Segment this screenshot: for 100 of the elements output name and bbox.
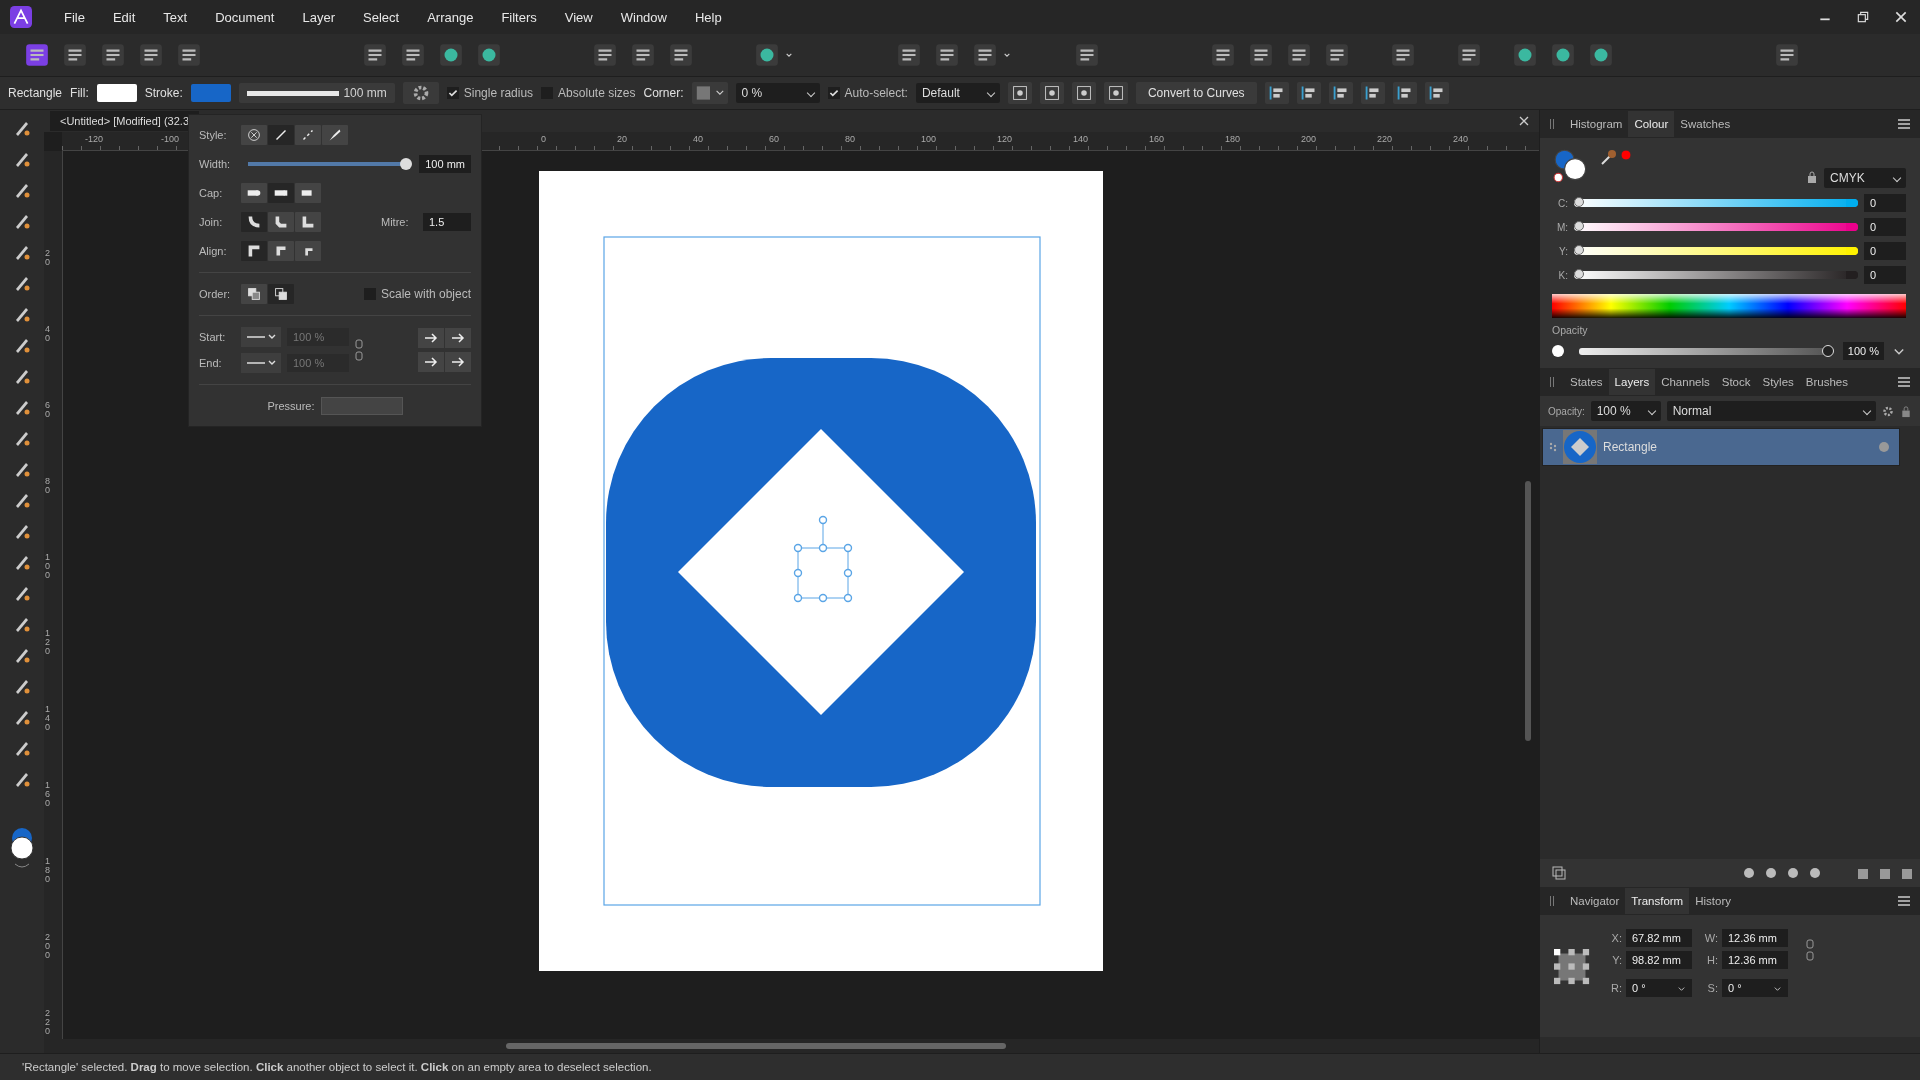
bevel-join-button[interactable] [268,212,294,232]
panel-tab[interactable]: Stock [1715,369,1757,395]
panel-tab[interactable]: States [1564,369,1609,395]
menu-icon[interactable] [1898,119,1910,129]
drag-handle-icon[interactable] [1549,442,1557,452]
auto-select-checkbox[interactable]: Auto-select: [827,86,908,100]
auto-select-dropdown[interactable]: Default [915,83,1000,103]
channel-slider[interactable] [1574,197,1858,209]
close-icon[interactable] [1519,116,1529,126]
square-cap-button[interactable] [268,183,294,203]
stroke-width-slider[interactable]: 100 mm [238,83,395,103]
transform-dropdown[interactable]: 0 ° [1722,979,1788,997]
outside-align-button[interactable] [295,241,321,261]
crosshair-icon[interactable] [1007,82,1032,104]
none-style-button[interactable] [241,125,267,145]
panel-tab[interactable]: Navigator [1564,888,1626,914]
panel-tab[interactable]: Colour [1628,111,1675,137]
colour-spectrum[interactable] [1552,294,1906,318]
close-icon[interactable] [1894,10,1908,24]
menu-item[interactable]: Text [163,9,188,25]
round-join-button[interactable] [241,212,267,232]
transform-field[interactable]: 98.82 mm [1626,951,1692,969]
layers-icon[interactable] [1552,866,1566,880]
menu-item[interactable]: Filters [501,9,537,25]
center-align-button[interactable] [241,241,267,261]
layer-opacity-dropdown[interactable]: 100 % [1590,401,1661,421]
checkbox[interactable]: Single radius [446,86,534,100]
inside-align-button[interactable] [268,241,294,261]
app-logo-icon[interactable] [24,42,50,68]
round-cap-button[interactable] [241,183,267,203]
transform-field[interactable]: 12.36 mm [1722,929,1788,947]
transform-field[interactable]: 67.82 mm [1626,929,1692,947]
transform-dropdown[interactable]: 0 ° [1626,979,1692,997]
menu-item[interactable]: Edit [112,9,136,25]
front-order-button[interactable] [268,284,294,304]
arrowhead-dropdown[interactable] [241,327,281,347]
mitre-field[interactable]: 1.5 [423,213,471,231]
menu-icon[interactable] [1898,896,1910,906]
ruler-label: 80 [845,134,855,144]
panel-tab[interactable]: Swatches [1674,111,1737,137]
panel-tab[interactable]: Histogram [1564,111,1629,137]
channel-value-field[interactable]: 0 [1864,194,1906,212]
menu-item[interactable]: Window [620,9,667,25]
arrow-option-icon[interactable] [445,352,471,372]
document-tab[interactable]: <Untitled> [Modified] (32.3 [50,111,200,131]
butt-cap-button[interactable] [295,183,321,203]
corner-dropdown[interactable]: 0 % [735,83,820,103]
fill-swatch[interactable] [96,84,137,102]
behind-order-button[interactable] [241,284,267,304]
link-icon[interactable] [1806,939,1814,961]
arrow-option-icon[interactable] [418,328,444,348]
link-icon[interactable] [355,339,363,361]
solid-style-button[interactable] [268,125,294,145]
opacity-field[interactable]: 100 % [1842,342,1884,360]
menu-item[interactable]: Document [215,9,275,25]
channel-slider[interactable] [1574,245,1858,257]
layer-row[interactable]: Rectangle [1542,428,1900,466]
panel-tab[interactable]: Channels [1655,369,1716,395]
app-logo-icon[interactable] [10,6,32,28]
checkbox[interactable]: Absolute sizes [541,86,636,100]
panel-tab[interactable]: Styles [1756,369,1800,395]
menu-item[interactable]: View [564,9,593,25]
menu-item[interactable]: File [64,9,85,25]
miter-join-button[interactable] [295,212,321,232]
dash-style-button[interactable] [295,125,321,145]
vertical-scrollbar[interactable] [1525,481,1531,741]
restore-icon[interactable] [1856,10,1870,24]
channel-value-field[interactable]: 0 [1864,218,1906,236]
channel-slider[interactable] [1574,221,1858,233]
menu-item[interactable]: Layer [302,9,335,25]
channel-slider[interactable] [1574,269,1858,281]
menu-icon[interactable] [1898,377,1910,387]
panel-tab[interactable]: Transform [1625,888,1690,914]
arrow-option-icon[interactable] [445,328,471,348]
colour-model-dropdown[interactable]: CMYK [1824,168,1906,188]
menu-item[interactable]: Select [363,9,400,25]
lock-icon[interactable] [1900,404,1912,418]
panel-tab[interactable]: Brushes [1799,369,1854,395]
horizontal-scrollbar[interactable] [506,1043,1006,1049]
visibility-dot-icon[interactable] [1879,442,1889,452]
scale-with-object-checkbox[interactable]: Scale with object [363,287,471,301]
menu-item[interactable]: Arrange [427,9,474,25]
transform-field[interactable]: 12.36 mm [1722,951,1788,969]
anchor-point-icon[interactable] [1554,949,1590,985]
lock-icon[interactable] [1806,170,1818,184]
blend-mode-dropdown[interactable]: Normal [1666,401,1876,421]
width-field[interactable]: 100 mm [419,155,471,173]
channel-value-field[interactable]: 0 [1864,266,1906,284]
menu-item[interactable]: Help [694,9,722,25]
stroke-swatch[interactable] [190,84,231,102]
brush-style-button[interactable] [322,125,348,145]
panel-tab[interactable]: Layers [1608,369,1656,395]
convert-to-curves-button[interactable]: Convert to Curves [1135,82,1257,104]
selection-handles[interactable] [793,515,853,603]
colour-picker-icon[interactable] [1600,148,1634,166]
arrowhead-dropdown[interactable] [241,353,281,373]
corner-type-dropdown[interactable] [691,82,728,104]
channel-value-field[interactable]: 0 [1864,242,1906,260]
panel-tab[interactable]: History [1689,888,1737,914]
arrow-option-icon[interactable] [418,352,444,372]
